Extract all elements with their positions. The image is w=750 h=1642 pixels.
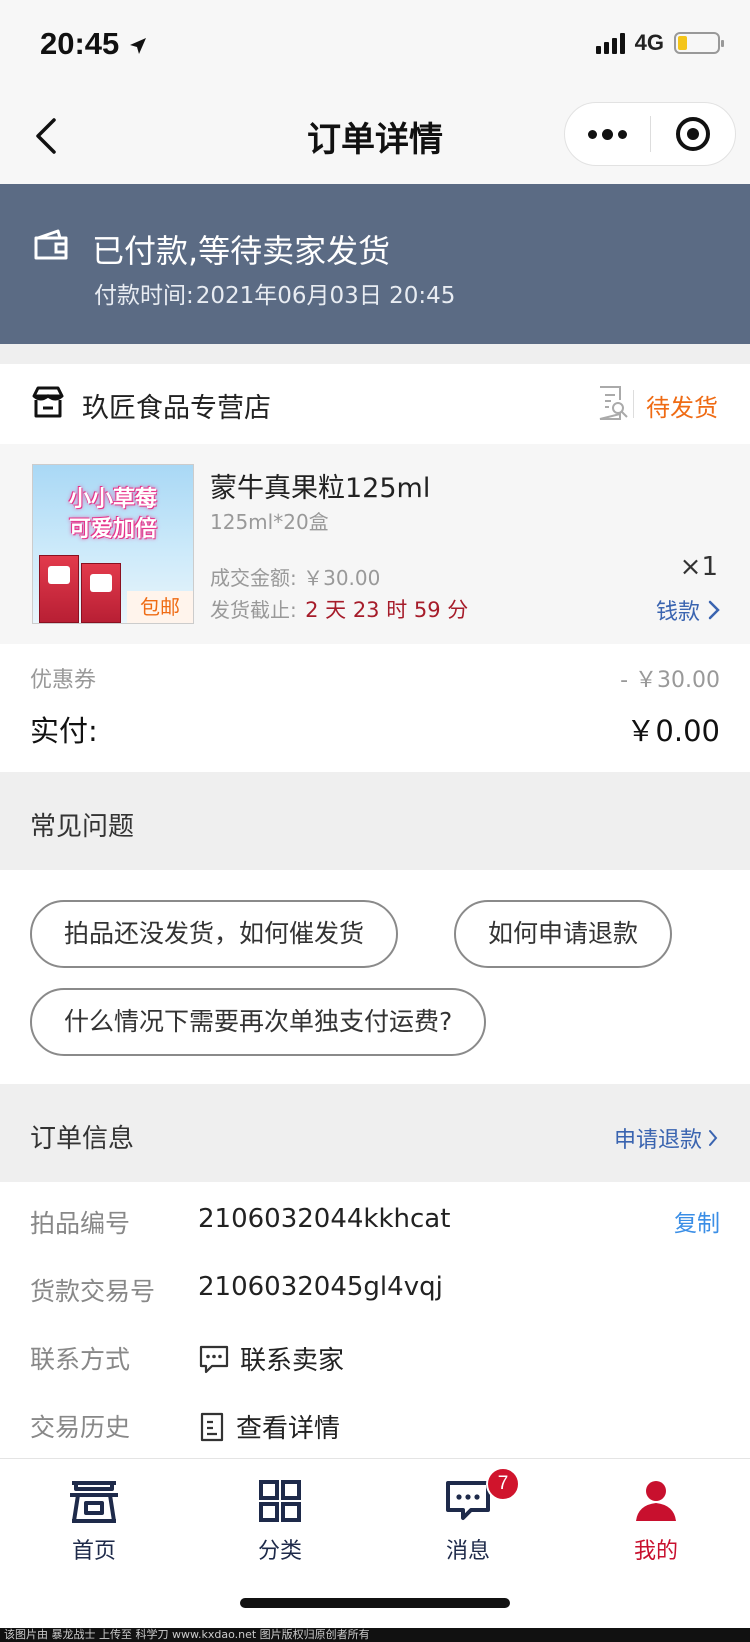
tab-home[interactable]: 首页 xyxy=(24,1473,164,1573)
coupon-label: 优惠券 xyxy=(30,668,97,693)
location-arrow-icon xyxy=(129,37,146,54)
status-indicators: 4G xyxy=(595,30,724,56)
refund-link[interactable]: 申请退款 xyxy=(614,1122,718,1154)
message-icon xyxy=(446,1481,490,1520)
store-name[interactable]: 玖匠食品专营店 xyxy=(82,386,271,425)
free-shipping-tag: 包邮 xyxy=(127,591,193,623)
footer-watermark: 该图片由 暴龙战士 上传至 科学刀 www.kxdao.net 图片版权归原创者… xyxy=(0,1628,750,1642)
pay-time: 付款时间:2021年06月03日 20:45 xyxy=(94,283,456,309)
faq-title: 常见问题 xyxy=(30,812,135,842)
coupon-value: - ￥30.00 xyxy=(620,668,720,693)
info-row-contact: 联系方式 联系卖家 xyxy=(0,1328,750,1388)
signal-icon xyxy=(595,32,625,54)
product-name: 蒙牛真果粒125ml xyxy=(210,473,431,504)
status-bar: 20:45 4G xyxy=(0,0,750,88)
close-mini-program-button[interactable] xyxy=(651,103,736,165)
faq-chip[interactable]: 什么情况下需要再次单独支付运费? xyxy=(30,988,487,1056)
money-link[interactable]: 钱款 xyxy=(656,594,720,626)
wallet-icon xyxy=(34,229,68,260)
faq-header: 常见问题 xyxy=(0,772,750,870)
home-icon xyxy=(70,1481,118,1523)
battery-icon xyxy=(674,32,724,54)
chevron-right-icon xyxy=(709,1130,718,1146)
order-info-header: 订单信息 申请退款 xyxy=(0,1084,750,1182)
document-icon xyxy=(200,1412,224,1441)
milk-carton xyxy=(39,555,79,623)
quantity: ×1 xyxy=(679,552,718,582)
milk-carton xyxy=(81,563,121,623)
more-dots-icon xyxy=(587,129,597,139)
order-state-badge: 待发货 xyxy=(646,394,718,422)
order-totals: 优惠券 - ￥30.00 实付: ￥0.00 xyxy=(0,644,750,772)
faq-chip[interactable]: 拍品还没发货，如何催发货 xyxy=(30,900,399,968)
tab-mine[interactable]: 我的 xyxy=(586,1473,726,1573)
faq-list: 拍品还没发货，如何催发货 如何申请退款 什么情况下需要再次单独支付运费? xyxy=(0,870,750,1084)
target-icon xyxy=(675,117,710,151)
order-snapshot-icon[interactable] xyxy=(596,384,630,422)
info-row-item-number: 拍品编号 2106032044kkhcat 复制 xyxy=(30,1204,720,1238)
mini-program-capsule xyxy=(564,102,736,166)
nav-bar: 订单详情 xyxy=(0,88,750,184)
trade-number: 2106032045gl4vqj xyxy=(198,1272,443,1302)
contact-seller-button[interactable]: 联系卖家 xyxy=(198,1340,344,1377)
tab-category[interactable]: 分类 xyxy=(210,1473,350,1573)
more-menu-button[interactable] xyxy=(565,103,650,165)
product-item[interactable]: 小小草莓 可爱加倍 包邮 蒙牛真果粒125ml 125ml*20盒 成交金额: … xyxy=(0,444,750,644)
tab-bar: 首页 分类 7 消息 我的 xyxy=(0,1458,750,1642)
chevron-right-icon xyxy=(708,600,720,620)
store-icon xyxy=(32,386,64,418)
paid-value: ￥0.00 xyxy=(626,714,720,748)
home-indicator xyxy=(240,1598,510,1608)
view-details-button[interactable]: 查看详情 xyxy=(198,1408,340,1445)
grid-icon xyxy=(259,1480,301,1522)
status-time: 20:45 xyxy=(40,26,148,62)
store-row[interactable]: 玖匠食品专营店 待发货 xyxy=(0,364,750,444)
paid-label: 实付: xyxy=(30,714,98,748)
user-icon xyxy=(636,1481,676,1521)
order-status-banner: 已付款,等待卖家发货 付款时间:2021年06月03日 20:45 xyxy=(0,184,750,344)
copy-button[interactable]: 复制 xyxy=(674,1204,720,1238)
faq-chip[interactable]: 如何申请退款 xyxy=(454,900,673,968)
countdown: 2 天 23 时 59 分 xyxy=(305,598,469,622)
item-number: 2106032044kkhcat xyxy=(198,1204,451,1234)
order-info-list: 拍品编号 2106032044kkhcat 复制 货款交易号 210603204… xyxy=(0,1182,750,1460)
ship-deadline: 发货截止: 2 天 23 时 59 分 xyxy=(210,598,469,622)
network-type: 4G xyxy=(634,30,664,55)
product-spec: 125ml*20盒 xyxy=(210,510,329,534)
order-status-title: 已付款,等待卖家发货 xyxy=(92,232,391,270)
info-row-trade-number: 货款交易号 2106032045gl4vqj xyxy=(30,1272,443,1306)
tab-messages[interactable]: 7 消息 xyxy=(398,1467,538,1573)
unread-badge: 7 xyxy=(486,1467,520,1501)
info-row-history: 交易历史 查看详情 xyxy=(0,1396,750,1456)
chat-icon xyxy=(199,1345,229,1373)
order-info-title: 订单信息 xyxy=(30,1124,135,1154)
product-image[interactable]: 小小草莓 可爱加倍 包邮 xyxy=(32,464,194,624)
deal-amount: 成交金额: ￥30.00 xyxy=(210,566,381,590)
